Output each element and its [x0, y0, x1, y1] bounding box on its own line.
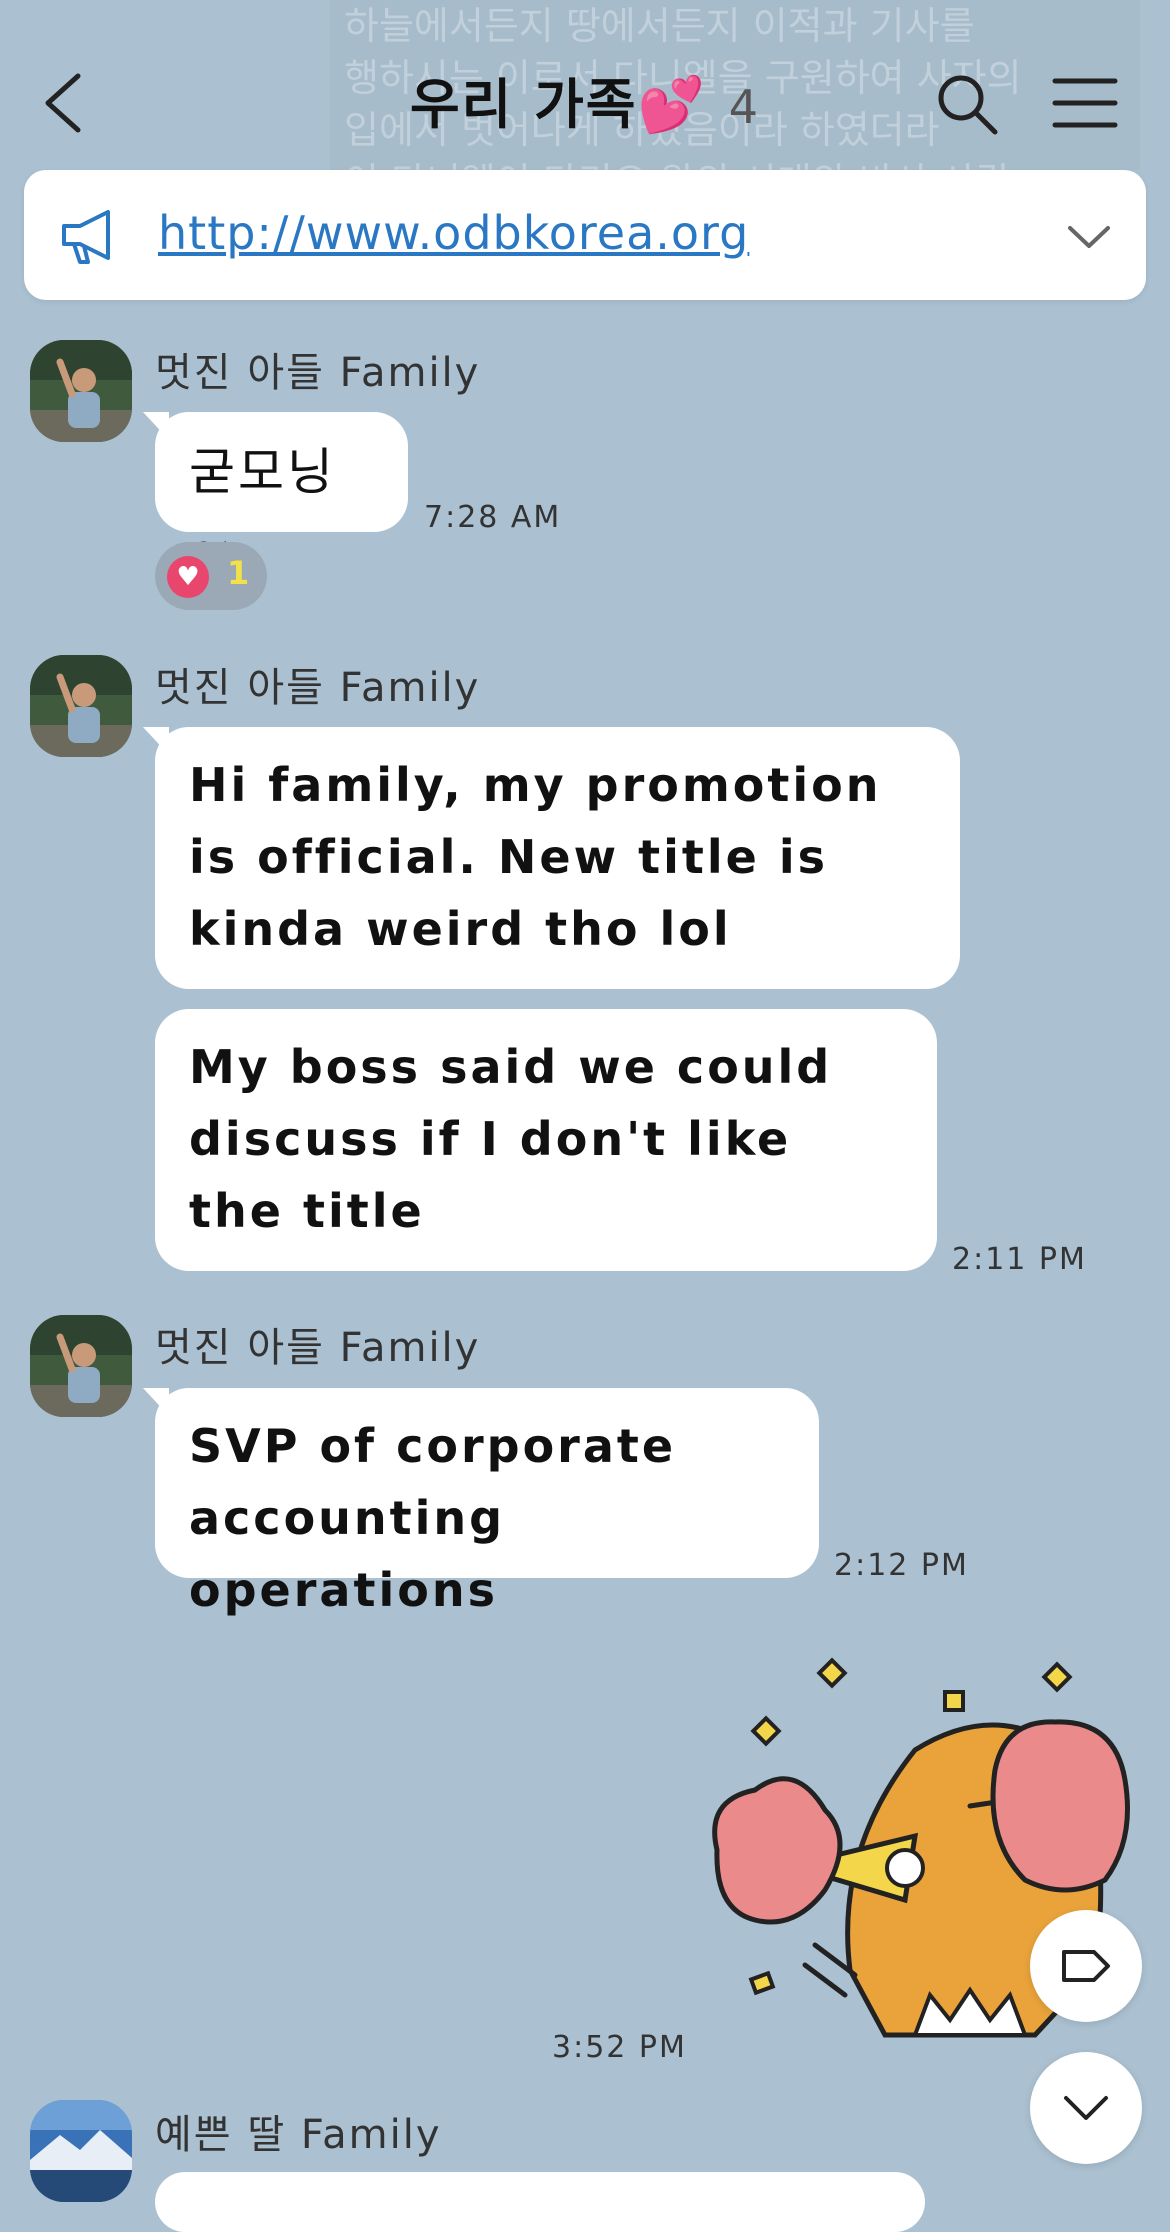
- avatar[interactable]: [30, 340, 132, 442]
- chat-header: 우리 가족💕 4: [0, 0, 1170, 170]
- avatar[interactable]: [30, 655, 132, 757]
- message-time: 2:12 PM: [834, 1548, 969, 1583]
- message-bubble[interactable]: My boss said we could discuss if I don't…: [155, 1009, 937, 1271]
- tag-button[interactable]: [1030, 1910, 1142, 2022]
- notice-link[interactable]: http://www.odbkorea.org: [158, 206, 749, 260]
- sender-name: 멋진 아들 Family: [155, 350, 481, 396]
- search-icon[interactable]: [935, 72, 999, 136]
- notice-banner[interactable]: http://www.odbkorea.org: [24, 170, 1146, 300]
- message-bubble[interactable]: Hi family, my promotion is official. New…: [143, 727, 960, 989]
- heart-icon: ♥: [167, 556, 209, 598]
- hamburger-menu-icon[interactable]: [1052, 76, 1118, 130]
- megaphone-icon: [62, 210, 110, 264]
- chevron-down-icon: [1064, 2096, 1108, 2120]
- message-bubble[interactable]: 굳모닝~: [143, 412, 408, 573]
- chevron-down-icon[interactable]: [1066, 222, 1112, 252]
- member-count: 4: [728, 80, 761, 134]
- message-bubble[interactable]: SVP of corporate accounting operations: [143, 1388, 819, 1617]
- reaction-count: 1: [227, 554, 250, 592]
- tag-icon: [1062, 1950, 1110, 1982]
- avatar[interactable]: [30, 1315, 132, 1417]
- chat-room-name: 우리 가족💕: [409, 73, 707, 136]
- scroll-down-button[interactable]: [1030, 2052, 1142, 2164]
- sender-name: 멋진 아들 Family: [155, 665, 481, 711]
- reaction-badge[interactable]: ♥ 1: [155, 542, 267, 610]
- message-time: 3:52 PM: [552, 2030, 687, 2065]
- message-time: 7:28 AM: [424, 500, 562, 535]
- avatar[interactable]: [30, 2100, 132, 2202]
- message-bubble[interactable]: [155, 2172, 925, 2232]
- sender-name: 예쁜 딸 Family: [155, 2112, 442, 2158]
- sender-name: 멋진 아들 Family: [155, 1325, 481, 1371]
- message-time: 2:11 PM: [952, 1242, 1087, 1277]
